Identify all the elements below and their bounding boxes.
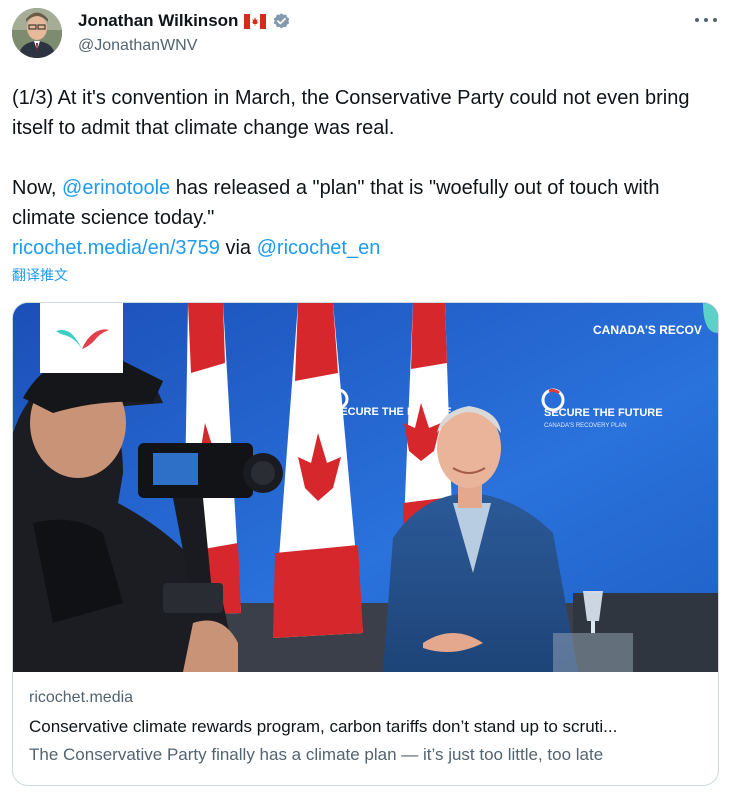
mention-erinotoole[interactable]: @erinotoole bbox=[62, 177, 170, 199]
canada-flag-icon bbox=[244, 13, 267, 29]
author-handle[interactable]: @JonathanWNV bbox=[78, 37, 197, 55]
mention-ricochet-en[interactable]: @ricochet_en bbox=[257, 237, 381, 259]
card-image[interactable]: CANADA'S RECOV SECURE THE FUTURE SECURE … bbox=[13, 303, 718, 672]
more-options-icon[interactable] bbox=[695, 11, 717, 29]
svg-text:CANADA'S RECOVERY PLAN: CANADA'S RECOVERY PLAN bbox=[544, 423, 627, 429]
tweet-via: via bbox=[219, 237, 257, 259]
tweet-text-prefix: Now, bbox=[12, 177, 63, 199]
ricochet-logo bbox=[40, 303, 123, 373]
card-domain: ricochet.media bbox=[29, 689, 134, 706]
translate-tweet-link[interactable]: 翻译推文 bbox=[12, 265, 68, 285]
author-avatar[interactable] bbox=[12, 8, 62, 58]
sign-recovery-top: CANADA'S RECOV bbox=[593, 323, 702, 337]
tweet-paragraph-1: (1/3) At it's convention in March, the C… bbox=[12, 87, 690, 139]
card-title[interactable]: Conservative climate rewards program, ca… bbox=[29, 717, 701, 737]
verified-badge-icon bbox=[272, 12, 291, 31]
tweet-link-line: ricochet.media/en/3759 via @ricochet_en bbox=[12, 233, 712, 263]
tweet-text: (1/3) At it's convention in March, the C… bbox=[12, 83, 712, 263]
svg-text:SECURE THE FUTURE: SECURE THE FUTURE bbox=[544, 407, 663, 419]
link-preview-card[interactable]: CANADA'S RECOV SECURE THE FUTURE SECURE … bbox=[12, 302, 719, 786]
tweet-paragraph-2: Now, @erinotoole has released a "plan" t… bbox=[12, 173, 712, 233]
author-display-name[interactable]: Jonathan Wilkinson bbox=[78, 11, 238, 31]
tweet-link[interactable]: ricochet.media/en/3759 bbox=[12, 237, 220, 259]
card-description: The Conservative Party finally has a cli… bbox=[29, 745, 604, 764]
